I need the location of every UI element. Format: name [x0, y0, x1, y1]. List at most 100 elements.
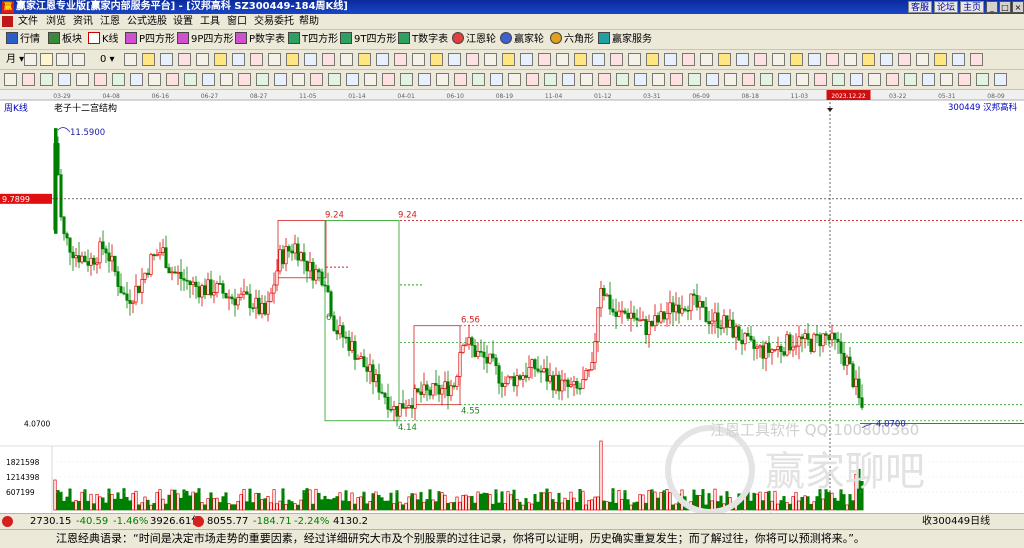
- forum-link[interactable]: 论坛: [934, 1, 958, 13]
- analysis-b-tool-19-icon[interactable]: [448, 53, 461, 66]
- drawing-tool-25-icon[interactable]: [436, 73, 449, 86]
- drawing-tool-34-icon[interactable]: [598, 73, 611, 86]
- drawing-tool-50-icon[interactable]: [886, 73, 899, 86]
- menu-browse[interactable]: 浏览: [46, 15, 66, 29]
- analysis-b-tool-1-icon[interactable]: [124, 53, 137, 66]
- analysis-b-tool-26-icon[interactable]: [574, 53, 587, 66]
- drawing-tool-40-icon[interactable]: [706, 73, 719, 86]
- analysis-b-tool-4-icon[interactable]: [178, 53, 191, 66]
- analysis-b-tool-24-icon[interactable]: [538, 53, 551, 66]
- 9p-square-button[interactable]: 9P四方形: [177, 32, 233, 48]
- drawing-tool-18-icon[interactable]: [310, 73, 323, 86]
- drawing-tool-14-icon[interactable]: [238, 73, 251, 86]
- analysis-b-tool-16-icon[interactable]: [394, 53, 407, 66]
- quote-button[interactable]: 行情: [6, 32, 40, 48]
- analysis-tool-2-icon[interactable]: [40, 53, 53, 66]
- drawing-tool-23-icon[interactable]: [400, 73, 413, 86]
- drawing-tool-32-icon[interactable]: [562, 73, 575, 86]
- p-square-button[interactable]: P四方形: [125, 32, 175, 48]
- drawing-tool-55-icon[interactable]: [976, 73, 989, 86]
- analysis-b-tool-9-icon[interactable]: [268, 53, 281, 66]
- drawing-tool-33-icon[interactable]: [580, 73, 593, 86]
- drawing-tool-47-icon[interactable]: [832, 73, 845, 86]
- kline-chart-panel[interactable]: 03-29 04-08 06-16 06-27 08-27 11-05 01-14 04-01…: [0, 90, 1024, 526]
- analysis-b-tool-45-icon[interactable]: [916, 53, 929, 66]
- winner-wheel-button[interactable]: 赢家轮: [500, 32, 544, 48]
- menu-settings[interactable]: 设置: [173, 15, 193, 29]
- analysis-b-tool-5-icon[interactable]: [196, 53, 209, 66]
- menu-formula[interactable]: 公式选股: [127, 15, 167, 29]
- analysis-b-tool-38-icon[interactable]: [790, 53, 803, 66]
- drawing-tool-15-icon[interactable]: [256, 73, 269, 86]
- menu-file[interactable]: 文件: [18, 15, 38, 29]
- minimize-button[interactable]: _: [986, 1, 998, 13]
- drawing-tool-44-icon[interactable]: [778, 73, 791, 86]
- menu-help[interactable]: 帮助: [299, 15, 319, 29]
- drawing-tool-48-icon[interactable]: [850, 73, 863, 86]
- drawing-tool-46-icon[interactable]: [814, 73, 827, 86]
- drawing-tool-49-icon[interactable]: [868, 73, 881, 86]
- period-select[interactable]: 月 ▾: [6, 52, 24, 68]
- analysis-b-tool-43-icon[interactable]: [880, 53, 893, 66]
- analysis-b-tool-12-icon[interactable]: [322, 53, 335, 66]
- gann-wheel-button[interactable]: 江恩轮: [452, 32, 496, 48]
- drawing-tool-28-icon[interactable]: [490, 73, 503, 86]
- analysis-b-tool-2-icon[interactable]: [142, 53, 155, 66]
- service-link[interactable]: 客服: [908, 1, 932, 13]
- analysis-b-tool-27-icon[interactable]: [592, 53, 605, 66]
- drawing-tool-31-icon[interactable]: [544, 73, 557, 86]
- drawing-tool-5-icon[interactable]: [76, 73, 89, 86]
- analysis-b-tool-39-icon[interactable]: [808, 53, 821, 66]
- maximize-button[interactable]: □: [999, 1, 1011, 13]
- drawing-tool-36-icon[interactable]: [634, 73, 647, 86]
- analysis-b-tool-30-icon[interactable]: [646, 53, 659, 66]
- analysis-b-tool-47-icon[interactable]: [952, 53, 965, 66]
- t-table-button[interactable]: T数字表: [398, 32, 448, 48]
- drawing-tool-35-icon[interactable]: [616, 73, 629, 86]
- drawing-tool-20-icon[interactable]: [346, 73, 359, 86]
- sector-button[interactable]: 板块: [48, 32, 82, 48]
- drawing-tool-8-icon[interactable]: [130, 73, 143, 86]
- drawing-tool-13-icon[interactable]: [220, 73, 233, 86]
- drawing-tool-56-icon[interactable]: [994, 73, 1007, 86]
- analysis-b-tool-31-icon[interactable]: [664, 53, 677, 66]
- analysis-b-tool-22-icon[interactable]: [502, 53, 515, 66]
- analysis-b-tool-34-icon[interactable]: [718, 53, 731, 66]
- analysis-b-tool-44-icon[interactable]: [898, 53, 911, 66]
- analysis-b-tool-23-icon[interactable]: [520, 53, 533, 66]
- drawing-tool-43-icon[interactable]: [760, 73, 773, 86]
- drawing-tool-51-icon[interactable]: [904, 73, 917, 86]
- kline-button[interactable]: K线: [88, 32, 119, 48]
- menu-tools[interactable]: 工具: [200, 15, 220, 29]
- drawing-tool-53-icon[interactable]: [940, 73, 953, 86]
- drawing-tool-24-icon[interactable]: [418, 73, 431, 86]
- drawing-tool-30-icon[interactable]: [526, 73, 539, 86]
- analysis-b-tool-14-icon[interactable]: [358, 53, 371, 66]
- drawing-tool-12-icon[interactable]: [202, 73, 215, 86]
- analysis-b-tool-37-icon[interactable]: [772, 53, 785, 66]
- drawing-tool-1-icon[interactable]: [4, 73, 17, 86]
- drawing-tool-29-icon[interactable]: [508, 73, 521, 86]
- drawing-tool-19-icon[interactable]: [328, 73, 341, 86]
- drawing-tool-21-icon[interactable]: [364, 73, 377, 86]
- analysis-b-tool-17-icon[interactable]: [412, 53, 425, 66]
- drawing-tool-38-icon[interactable]: [670, 73, 683, 86]
- analysis-b-tool-8-icon[interactable]: [250, 53, 263, 66]
- analysis-b-tool-13-icon[interactable]: [340, 53, 353, 66]
- analysis-b-tool-15-icon[interactable]: [376, 53, 389, 66]
- field-select[interactable]: 0 ▾: [100, 52, 115, 68]
- analysis-b-tool-20-icon[interactable]: [466, 53, 479, 66]
- drawing-tool-9-icon[interactable]: [148, 73, 161, 86]
- drawing-tool-4-icon[interactable]: [58, 73, 71, 86]
- drawing-tool-27-icon[interactable]: [472, 73, 485, 86]
- kline-chart[interactable]: 03-29 04-08 06-16 06-27 08-27 11-05 01-14 04-01…: [0, 90, 1024, 526]
- drawing-tool-22-icon[interactable]: [382, 73, 395, 86]
- 9t-square-button[interactable]: 9T四方形: [340, 32, 396, 48]
- analysis-b-tool-32-icon[interactable]: [682, 53, 695, 66]
- analysis-b-tool-11-icon[interactable]: [304, 53, 317, 66]
- analysis-b-tool-33-icon[interactable]: [700, 53, 713, 66]
- analysis-b-tool-35-icon[interactable]: [736, 53, 749, 66]
- analysis-b-tool-10-icon[interactable]: [286, 53, 299, 66]
- analysis-b-tool-25-icon[interactable]: [556, 53, 569, 66]
- analysis-tool-3-icon[interactable]: [56, 53, 69, 66]
